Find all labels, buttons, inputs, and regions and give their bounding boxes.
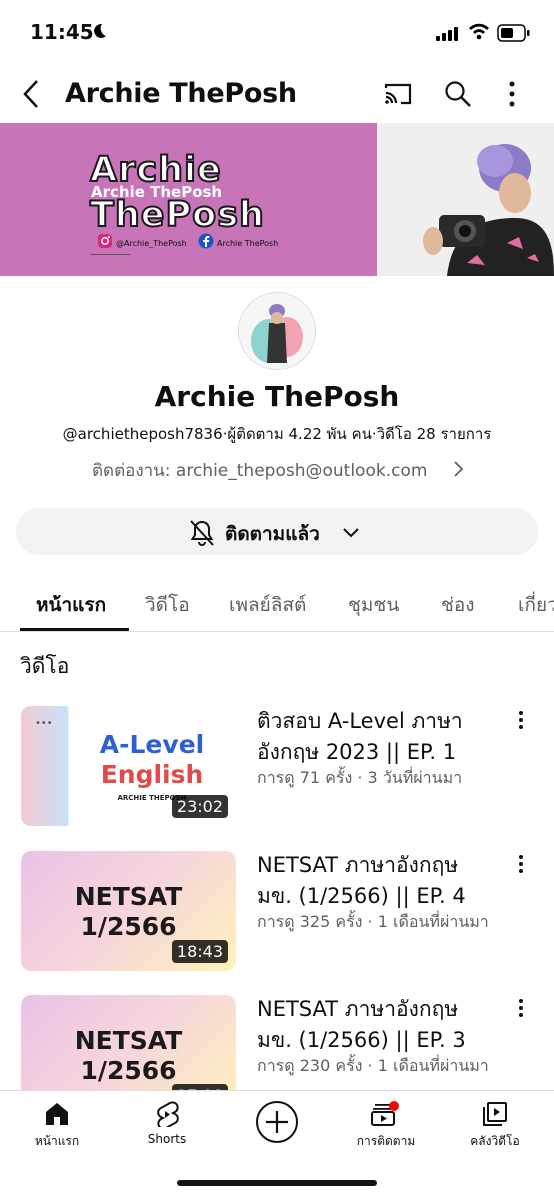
home-icon (46, 1103, 68, 1125)
nav-subscriptions[interactable]: การติดตาม (346, 1101, 426, 1151)
video-thumbnail[interactable]: ••• A-Level English ARCHIE THEPOSH 23:02 (21, 706, 236, 826)
instagram-icon (97, 233, 113, 253)
plus-icon (256, 1101, 298, 1143)
cellular-signal-icon (436, 26, 462, 45)
tab-community[interactable]: ชุมชน (348, 590, 399, 620)
banner-photo (377, 123, 554, 276)
wifi-icon (468, 22, 490, 44)
facebook-icon (198, 233, 214, 253)
chevron-right-icon[interactable] (452, 460, 464, 482)
video-title[interactable]: NETSAT ภาษาอังกฤษ มข. (1/2566) || EP. 4 (257, 850, 499, 912)
channel-banner: Archie Archie ThePosh ThePosh @Archie_Th… (0, 123, 554, 276)
page-title: Archie ThePosh (65, 78, 297, 109)
more-options-icon[interactable] (508, 80, 516, 112)
video-more-icon[interactable] (518, 998, 524, 1022)
chevron-down-icon[interactable] (342, 524, 360, 543)
battery-icon (497, 24, 531, 46)
bell-off-icon[interactable] (189, 519, 215, 551)
search-icon[interactable] (444, 80, 472, 112)
thumbnail-line1: NETSAT (74, 1026, 183, 1055)
back-button[interactable] (18, 78, 46, 114)
channel-name: Archie ThePosh (154, 380, 400, 413)
channel-contact-link[interactable]: ติดต่องาน: archie_theposh@outlook.com (92, 457, 427, 484)
status-time: 11:45 (30, 20, 94, 44)
home-indicator (177, 1180, 377, 1186)
tab-playlists[interactable]: เพลย์ลิสต์ (229, 590, 306, 620)
tab-channels[interactable]: ช่อง (441, 590, 475, 620)
nav-subscriptions-label: การติดตาม (356, 1134, 416, 1148)
nav-shorts-label: Shorts (147, 1132, 187, 1146)
video-title[interactable]: NETSAT ภาษาอังกฤษ มข. (1/2566) || EP. 3 (257, 994, 499, 1056)
moon-icon (90, 22, 108, 44)
tab-home[interactable]: หน้าแรก (36, 590, 106, 620)
nav-shorts[interactable]: Shorts (132, 1101, 202, 1146)
video-meta: การดู 230 ครั้ง · 1 เดือนที่ผ่านมา (257, 1056, 489, 1075)
library-icon (483, 1102, 507, 1126)
active-tab-indicator (20, 628, 129, 631)
thumbnail-line1: A-Level (99, 730, 205, 759)
thumbnail-line2: English (100, 760, 204, 789)
video-thumbnail[interactable]: NETSAT 1/2566 18:43 (21, 851, 236, 971)
shorts-icon (157, 1101, 179, 1130)
channel-tabs: หน้าแรก วิดีโอ เพลย์ลิสต์ ชุมชน ช่อง เกี… (0, 578, 554, 632)
tab-about[interactable]: เกี่ยวกับ (518, 590, 554, 620)
cast-icon[interactable] (384, 82, 414, 110)
banner-facebook-name: Archie ThePosh (217, 239, 279, 248)
video-duration: 18:43 (171, 940, 228, 963)
banner-title-line2: ThePosh (89, 194, 265, 236)
subscriptions-icon (371, 1101, 399, 1126)
nav-library-label: คลังวิดีโอ (470, 1134, 520, 1148)
thumbnail-line2: 1/2566 (80, 1056, 177, 1085)
tab-videos[interactable]: วิดีโอ (145, 590, 190, 620)
subscribed-label[interactable]: ติดตามแล้ว (225, 519, 320, 549)
channel-meta: @archietheposh7836·ผู้ติดตาม 4.22 พัน คน… (62, 425, 492, 443)
video-title[interactable]: ติวสอบ A-Level ภาษาอังกฤษ 2023 || EP. 1 (257, 706, 499, 768)
video-duration: 23:02 (171, 795, 228, 818)
nav-home-label: หน้าแรก (34, 1134, 80, 1148)
thumbnail-dots: ••• (35, 718, 53, 729)
create-button[interactable] (254, 1099, 300, 1148)
section-title: วิดีโอ (20, 654, 70, 678)
video-meta: การดู 325 ครั้ง · 1 เดือนที่ผ่านมา (257, 912, 489, 931)
video-more-icon[interactable] (518, 854, 524, 878)
channel-avatar[interactable] (238, 292, 316, 370)
nav-home[interactable]: หน้าแรก (22, 1101, 92, 1151)
video-more-icon[interactable] (518, 710, 524, 734)
banner-instagram-handle: @Archie_ThePosh (116, 239, 187, 248)
video-meta: การดู 71 ครั้ง · 3 วันที่ผ่านมา (257, 768, 463, 787)
nav-library[interactable]: คลังวิดีโอ (460, 1101, 530, 1151)
thumbnail-line1: NETSAT (74, 882, 183, 911)
banner-divider (90, 254, 130, 255)
thumbnail-line2: 1/2566 (80, 912, 177, 941)
